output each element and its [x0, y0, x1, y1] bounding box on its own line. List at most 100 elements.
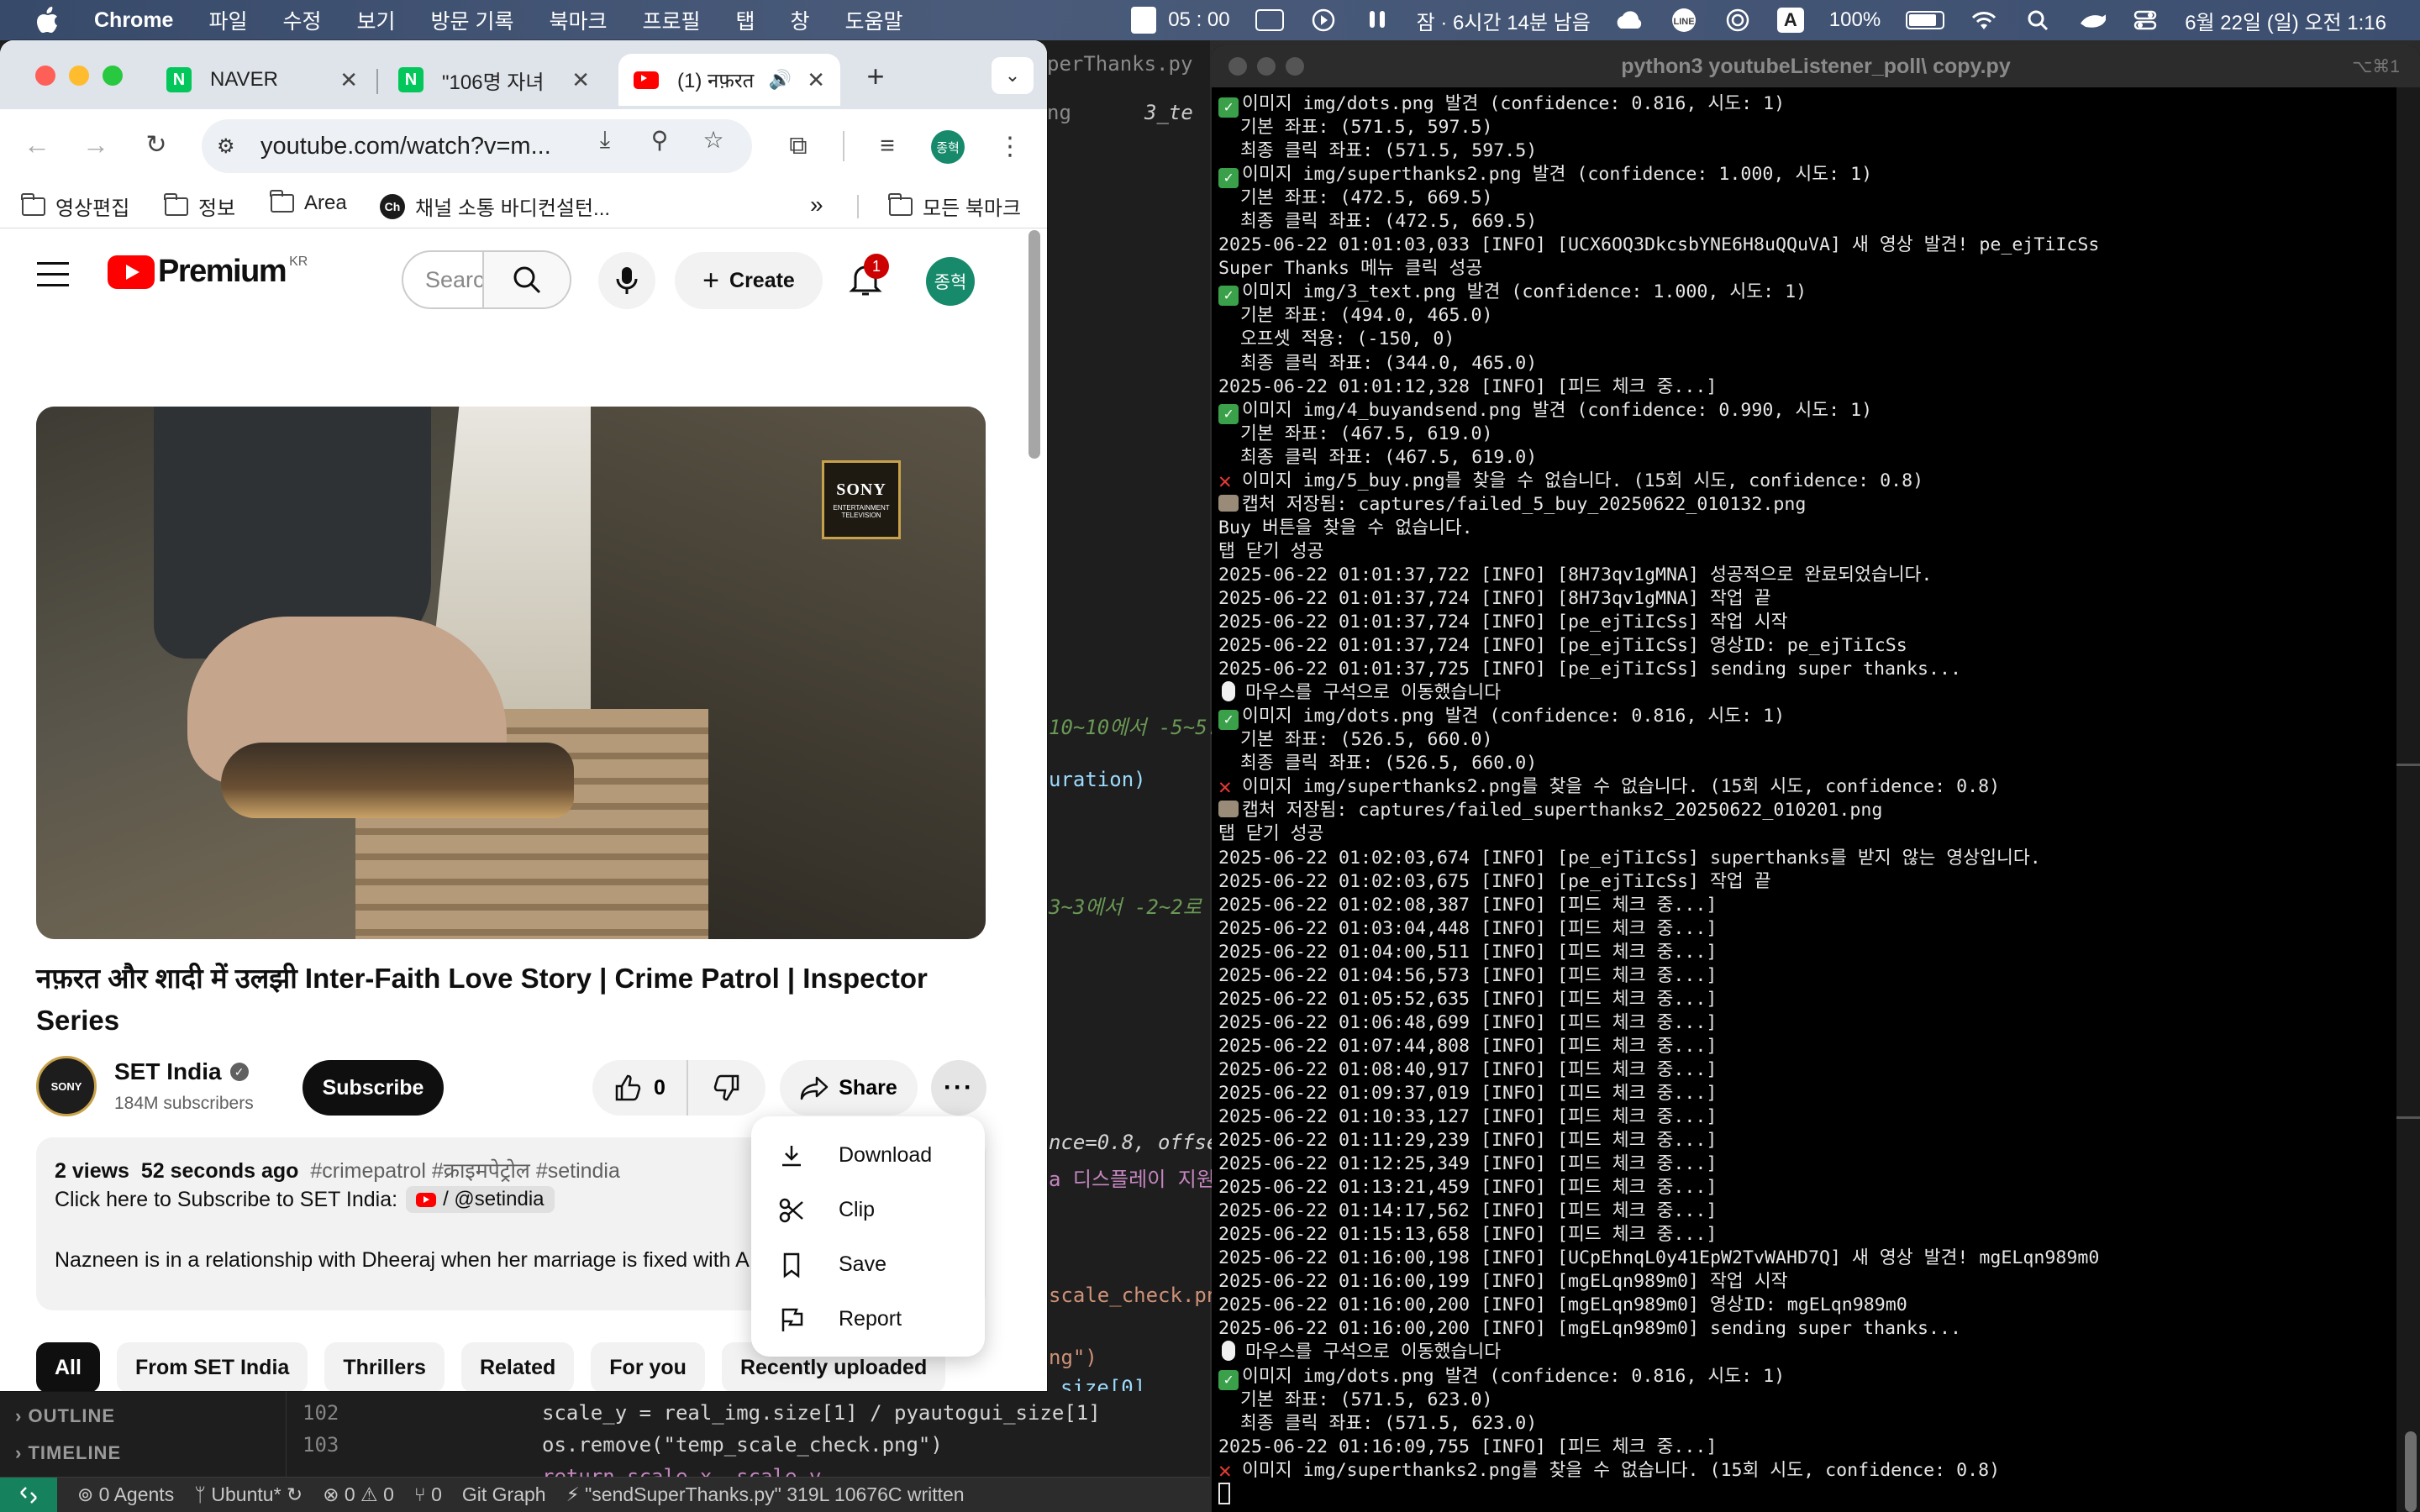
audio-playing-icon[interactable]: 🔊 — [769, 69, 792, 91]
spotlight-search-icon[interactable] — [2023, 8, 2052, 33]
control-center-icon[interactable] — [2131, 8, 2160, 33]
terminal-scrollbar[interactable] — [2405, 1431, 2417, 1512]
apple-icon[interactable] — [35, 7, 60, 33]
subscribe-button[interactable]: Subscribe — [302, 1060, 444, 1116]
editor-tab-fragment[interactable]: ng — [1047, 101, 1071, 124]
menu-history[interactable]: 방문 기록 — [431, 5, 514, 35]
youtube-search-box[interactable]: Search — [402, 250, 571, 309]
search-icon[interactable] — [482, 252, 570, 307]
bookmark-folder[interactable]: 영상편집 — [21, 192, 129, 221]
agents-status[interactable]: ⊚ 0 Agents — [77, 1483, 174, 1506]
window-close-button[interactable] — [1228, 57, 1247, 76]
microphone-icon[interactable] — [598, 252, 655, 309]
bookmarks-overflow-icon[interactable]: » — [810, 192, 823, 218]
menu-clip[interactable]: Clip — [751, 1183, 985, 1237]
more-actions-button[interactable]: ··· — [931, 1060, 986, 1116]
battery-percent[interactable]: 100% — [1829, 8, 1881, 32]
tab-search-chevron-icon[interactable]: ⌄ — [992, 57, 1034, 94]
code-line[interactable]: os.remove("temp_scale_check.png") — [542, 1433, 943, 1457]
search-input[interactable]: Search — [403, 267, 482, 293]
airdrop-icon[interactable] — [1723, 8, 1752, 33]
forward-arrow-icon[interactable]: → — [77, 126, 114, 163]
problems-status[interactable]: ⊗ 0 ⚠ 0 — [323, 1483, 394, 1506]
create-button[interactable]: + Create — [675, 252, 823, 309]
like-button[interactable]: 0 — [592, 1060, 688, 1116]
remote-indicator-icon[interactable] — [0, 1477, 57, 1512]
new-tab-button[interactable]: + — [859, 59, 892, 94]
timeline-section[interactable]: › TIMELINE — [15, 1442, 121, 1464]
share-button[interactable]: Share — [780, 1060, 918, 1116]
site-info-icon[interactable]: ⚙ — [217, 134, 250, 159]
video-player[interactable]: SONY ENTERTAINMENT TELEVISION — [36, 407, 986, 939]
menubar-clock[interactable]: 6월 22일 (일) 오전 1:16 — [2185, 6, 2386, 35]
window-minimize-button[interactable] — [1257, 57, 1276, 76]
play-circle-icon[interactable] — [1309, 8, 1338, 33]
media-controls-icon[interactable]: ≡ — [869, 128, 906, 165]
window-stack-icon[interactable] — [1255, 8, 1284, 33]
profile-avatar[interactable]: 종혁 — [931, 130, 965, 164]
window-zoom-button[interactable] — [1286, 57, 1304, 76]
outline-section[interactable]: › OUTLINE — [15, 1405, 115, 1427]
window-close-button[interactable] — [35, 66, 55, 86]
chrome-menu-icon[interactable]: ⋮ — [992, 128, 1028, 165]
remote-host-status[interactable]: ᛘ Ubuntu* ↻ — [194, 1483, 302, 1506]
menu-bookmarks[interactable]: 북마크 — [549, 5, 607, 35]
code-line[interactable]: scale_y = real_img.size[1] / pyautogui_s… — [542, 1401, 1101, 1425]
app-menu-chrome[interactable]: Chrome — [94, 8, 173, 33]
window-zoom-button[interactable] — [103, 66, 123, 86]
bookmark-link[interactable]: Ch 채널 소통 바디컨설턴... — [380, 192, 610, 221]
close-icon[interactable]: ✕ — [807, 67, 825, 93]
menu-download[interactable]: Download — [751, 1128, 985, 1183]
tab-naver[interactable]: N NAVER ✕ — [151, 54, 373, 106]
menu-window[interactable]: 창 — [791, 5, 810, 35]
channel-avatar[interactable]: SONY — [36, 1056, 97, 1116]
menu-profiles[interactable]: 프로필 — [642, 5, 700, 35]
page-scrollbar[interactable] — [1028, 230, 1040, 459]
youtube-premium-logo[interactable]: Premium KR — [108, 254, 308, 290]
bookmark-star-icon[interactable]: ☆ — [697, 126, 730, 154]
tab-youtube[interactable]: (1) नफ़रत 🔊 ✕ — [618, 54, 840, 106]
menu-save[interactable]: Save — [751, 1237, 985, 1292]
menu-help[interactable]: 도움말 — [845, 5, 903, 35]
git-graph-button[interactable]: Git Graph — [462, 1483, 546, 1506]
reload-icon[interactable]: ↻ — [138, 126, 175, 163]
tab-naver-news[interactable]: N "106명 자녀 ✕ — [383, 54, 605, 106]
dislike-button[interactable] — [688, 1060, 765, 1116]
menu-tab[interactable]: 탭 — [736, 5, 755, 35]
hamburger-menu-icon[interactable] — [37, 262, 69, 295]
airpods-icon[interactable] — [1363, 8, 1392, 33]
close-icon[interactable]: ✕ — [339, 67, 358, 93]
ports-status[interactable]: ⑂ 0 — [414, 1483, 442, 1506]
sleep-status-text[interactable]: 잠 · 6시간 14분 남음 — [1417, 6, 1591, 35]
chip-from-channel[interactable]: From SET India — [116, 1342, 308, 1391]
menu-report[interactable]: Report — [751, 1292, 985, 1347]
chip-for-you[interactable]: For you — [591, 1342, 705, 1391]
chip-related[interactable]: Related — [460, 1342, 575, 1391]
bookmark-folder[interactable]: 정보 — [164, 192, 235, 221]
battery-icon[interactable] — [1906, 11, 1945, 29]
timer-widget[interactable]: 05 : 00 — [1131, 7, 1230, 34]
zoom-icon[interactable]: ⚲ — [643, 126, 676, 154]
editor-tab-3-text[interactable]: 3_te — [1144, 101, 1193, 124]
line-app-icon[interactable]: LINE — [1670, 8, 1698, 33]
input-source-icon[interactable]: A — [1776, 8, 1804, 33]
menu-view[interactable]: 보기 — [357, 5, 396, 35]
channel-name[interactable]: SET India ✓ — [114, 1058, 249, 1085]
all-bookmarks-folder[interactable]: 모든 북마크 — [888, 192, 1021, 221]
chip-thrillers[interactable]: Thrillers — [324, 1342, 445, 1391]
chip-all[interactable]: All — [36, 1342, 100, 1391]
channel-handle-link[interactable]: / @setindia — [406, 1186, 555, 1213]
bookmark-folder[interactable]: Area — [270, 190, 347, 215]
terminal-output[interactable]: ✓ 이미지 img/dots.png 발견 (confidence: 0.816,… — [1218, 92, 2395, 1512]
url-text[interactable]: youtube.com/watch?v=m... — [260, 133, 551, 160]
menu-edit[interactable]: 수정 — [282, 5, 321, 35]
menu-file[interactable]: 파일 — [208, 5, 247, 35]
youtube-account-avatar[interactable]: 종혁 — [926, 257, 975, 306]
wifi-icon[interactable] — [1970, 8, 1998, 33]
extensions-icon[interactable]: ⧉ — [780, 128, 817, 165]
window-minimize-button[interactable] — [69, 66, 89, 86]
back-arrow-icon[interactable]: ← — [18, 126, 55, 163]
close-icon[interactable]: ✕ — [571, 67, 590, 93]
squirrel-app-icon[interactable] — [2077, 8, 2107, 33]
install-app-icon[interactable]: ⤓ — [588, 126, 622, 154]
